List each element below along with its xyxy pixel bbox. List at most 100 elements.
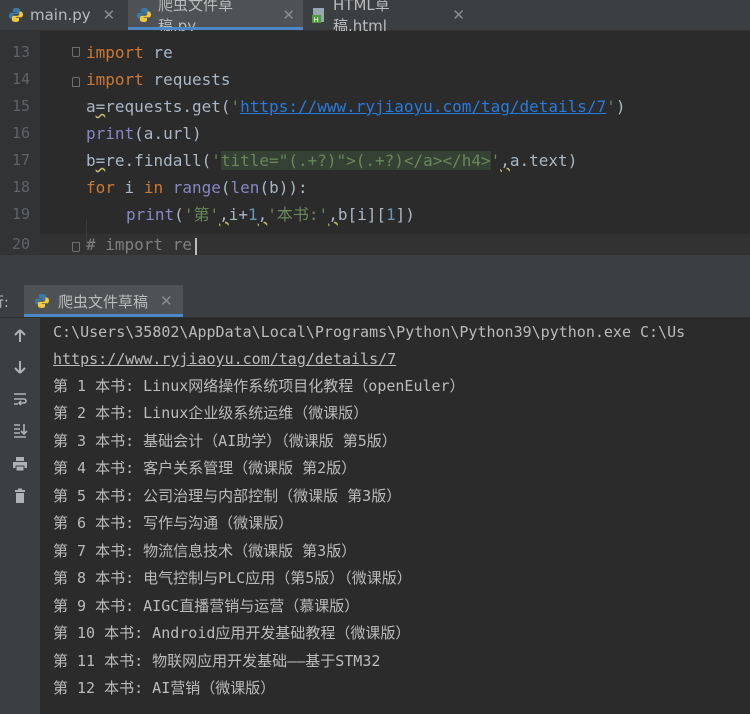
console-url-link[interactable]: https://www.ryjiaoyu.com/tag/details/7 (53, 346, 396, 373)
line-number: 16 (11, 124, 30, 142)
close-icon[interactable]: ✕ (103, 6, 116, 24)
python-file-icon (136, 7, 152, 23)
string-literal: '本书:' (267, 205, 329, 224)
code-text: (a.url) (134, 124, 202, 143)
scroll-to-end-icon[interactable] (10, 422, 30, 442)
close-icon[interactable]: ✕ (160, 292, 173, 310)
line-number: 15 (11, 97, 30, 115)
code-text: re (143, 43, 173, 62)
fold-marker-icon[interactable] (72, 242, 80, 252)
console-line: 第 5 本书: 公司治理与内部控制（微课版 第3版） (53, 487, 402, 505)
keyword: in (143, 178, 164, 197)
url-link[interactable]: https://www.ryjiaoyu.com/tag/details/7 (240, 97, 606, 116)
tab-spider-draft-py[interactable]: 爬虫文件草稿.py ✕ (128, 0, 303, 35)
code-text: requests (143, 70, 231, 89)
string-literal: ' (490, 151, 501, 170)
python-file-icon (34, 293, 50, 309)
keyword: import (86, 43, 144, 62)
code-text: ]) (395, 205, 415, 224)
code-text: b (86, 151, 96, 170)
code-text: (b)): (259, 178, 308, 197)
scroll-down-icon[interactable] (10, 359, 30, 379)
code-line-20: # import re (86, 235, 192, 254)
run-tab-label: 爬虫文件草稿 (58, 292, 149, 311)
code-text: ( (220, 178, 231, 197)
run-tab[interactable]: 爬虫文件草稿 ✕ (24, 285, 183, 317)
string-literal: ' (230, 97, 241, 116)
code-text: = (95, 151, 106, 170)
keyword: for (86, 178, 115, 197)
builtin: print (86, 124, 135, 143)
console-line: 第 8 本书: 电气控制与PLC应用（第5版）（微课版） (53, 569, 412, 587)
run-tool-window-header: 行: 爬虫文件草稿 ✕ (0, 285, 750, 318)
text-caret (195, 238, 197, 255)
console-line: 第 12 本书: AI营销（微课版） (53, 679, 276, 697)
line-number: 13 (11, 43, 30, 61)
console-line: 第 9 本书: AIGC直播营销与运营（慕课版） (53, 597, 360, 615)
fold-marker-icon[interactable] (72, 47, 80, 57)
code-text: b[i][ (337, 205, 386, 224)
code-text: i (114, 178, 144, 197)
code-line-13: import re (86, 39, 173, 66)
code-text: ( (174, 205, 184, 224)
console-line: 第 11 本书: 物联网应用开发基础——基于STM32 (53, 652, 381, 670)
run-toolbar (0, 318, 40, 714)
keyword: import (86, 70, 144, 89)
code-text: , (219, 205, 229, 224)
soft-wrap-icon[interactable] (10, 391, 30, 411)
console-line: C:\Users\35802\AppData\Local\Programs\Py… (53, 323, 686, 341)
builtin: range (172, 178, 221, 197)
console-line: 第 6 本书: 写作与沟通（微课版） (53, 514, 294, 532)
svg-text:H: H (314, 16, 319, 23)
print-icon[interactable] (10, 456, 30, 476)
console-line: 第 1 本书: Linux网络操作系统项目化教程（openEuler） (53, 377, 465, 395)
tab-main-py[interactable]: main.py ✕ (0, 0, 128, 30)
run-label: 行: (0, 295, 9, 311)
tab-label: main.py (30, 6, 91, 24)
close-icon[interactable]: ✕ (282, 6, 295, 24)
number-literal: 1 (248, 205, 258, 224)
string-literal: ' (606, 97, 616, 116)
code-text: ) (615, 97, 626, 116)
close-icon[interactable]: ✕ (452, 6, 465, 24)
code-line-16: print(a.url) (86, 120, 202, 147)
code-line-18: for i in range(len(b)): (86, 174, 308, 201)
code-text: requests.get( (105, 97, 231, 116)
builtin: len (230, 178, 260, 197)
code-text: = (95, 97, 106, 116)
code-text: a (86, 97, 96, 116)
number-literal: 1 (386, 205, 396, 224)
python-file-icon (8, 7, 24, 23)
console-line: 第 3 本书: 基础会计（AI助学）（微课版 第5版） (53, 432, 397, 450)
editor-tab-bar: main.py ✕ 爬虫文件草稿.py ✕ H HTML草稿.html ✕ (0, 0, 750, 35)
console-line: 第 2 本书: Linux企业级系统运维（微课版） (53, 404, 369, 422)
trash-icon[interactable] (10, 488, 30, 508)
run-console[interactable]: C:\Users\35802\AppData\Local\Programs\Py… (40, 318, 750, 714)
console-line: 第 4 本书: 客户关系管理（微课版 第2版） (53, 459, 357, 477)
line-number: 14 (11, 70, 30, 88)
code-text: , (257, 205, 268, 224)
code-text: , (500, 151, 510, 170)
console-line: 第 7 本书: 物流信息技术（微课版 第3版） (53, 542, 357, 560)
panel-splitter[interactable] (0, 255, 750, 285)
code-text: , (328, 205, 338, 224)
rerun-up-icon[interactable] (10, 328, 30, 348)
code-text: a.text) (509, 151, 578, 170)
code-line-15: a=requests.get('https://www.ryjiaoyu.com… (86, 93, 625, 120)
regex-literal: title="(.+?)">(.+?)</a></h4> (220, 151, 491, 170)
code-line-17: b=re.findall('title="(.+?)">(.+?)</a></h… (86, 147, 577, 174)
html-file-icon: H (311, 7, 327, 24)
tab-html-draft[interactable]: H HTML草稿.html ✕ (303, 0, 473, 35)
code-editor[interactable]: 13 14 15 16 17 18 19 20 import re import… (0, 31, 750, 255)
code-line-14: import requests (86, 66, 231, 93)
fold-marker-icon[interactable] (72, 77, 80, 87)
code-line-19: print('第',i+1,'本书:',b[i][1]) (126, 201, 415, 228)
line-number: 19 (11, 205, 30, 223)
line-number: 17 (11, 151, 30, 169)
string-literal: ' (211, 151, 221, 170)
code-text: re.findall( (105, 151, 212, 170)
console-line: 第 10 本书: Android应用开发基础教程（微课版） (53, 624, 411, 642)
line-number: 18 (11, 178, 30, 196)
line-number: 20 (11, 235, 30, 253)
